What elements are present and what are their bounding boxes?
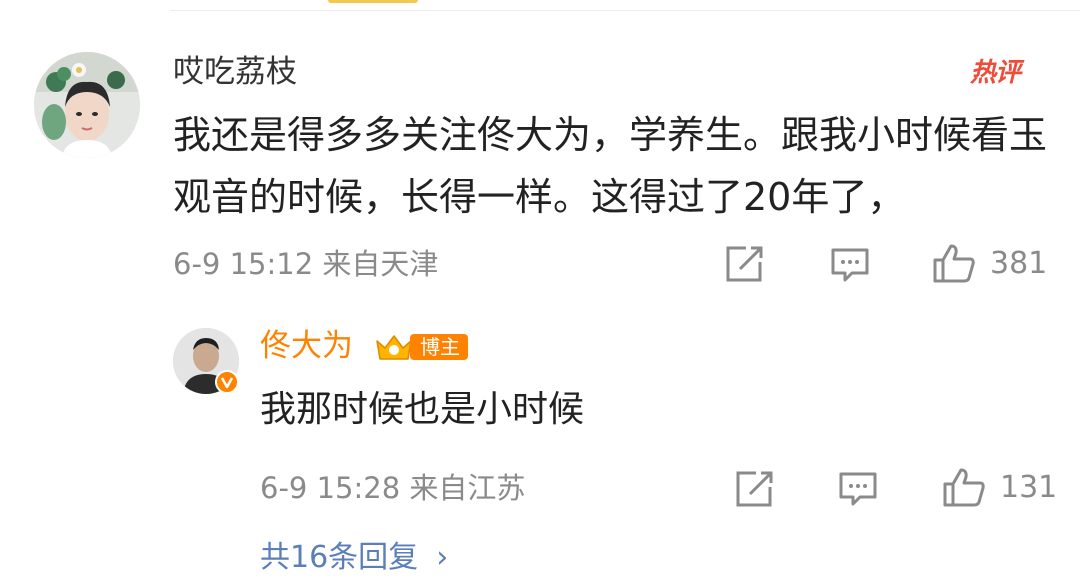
avatar-image <box>34 52 140 158</box>
view-more-replies-link[interactable]: 共16条回复 › <box>260 538 448 578</box>
comment-meta: 6-9 15:12 来自天津 <box>173 247 439 281</box>
thumbs-up-icon <box>943 468 985 507</box>
blogger-badge-label: 博主 <box>410 334 468 360</box>
comment-button[interactable] <box>838 471 878 507</box>
reply-text: 我那时候也是小时候 <box>260 389 585 430</box>
chevron-right-icon: › <box>436 540 449 575</box>
comment-text: 我还是得多多关注佟大为，学养生。跟我小时候看玉观音的时候，长得一样。这得过了20… <box>173 113 1048 219</box>
verified-icon <box>215 370 239 394</box>
thumbs-up-icon <box>933 244 975 283</box>
share-button[interactable] <box>724 245 764 283</box>
top-divider <box>170 10 1080 11</box>
crown-icon <box>376 335 412 360</box>
like-button[interactable]: 131 <box>942 466 1057 508</box>
share-button[interactable] <box>734 470 774 508</box>
comment-icon <box>839 472 877 506</box>
top-accent-mark <box>328 0 418 3</box>
like-count: 131 <box>1000 469 1058 505</box>
blogger-badge: 博主 <box>374 331 476 363</box>
reply-username[interactable]: 佟大为 <box>260 326 353 366</box>
hot-comment-badge: 热评 <box>970 58 1021 88</box>
comment-username[interactable]: 哎吃荔枝 <box>173 52 297 92</box>
like-count: 381 <box>990 245 1048 281</box>
share-icon <box>726 246 763 282</box>
avatar[interactable] <box>34 52 140 158</box>
comment-button[interactable] <box>830 247 870 283</box>
share-icon <box>736 471 773 507</box>
more-replies-label: 共16条回复 <box>260 540 419 575</box>
reply-meta: 6-9 15:28 来自江苏 <box>260 471 526 505</box>
like-button[interactable]: 381 <box>932 242 1047 284</box>
comment-icon <box>831 248 869 282</box>
